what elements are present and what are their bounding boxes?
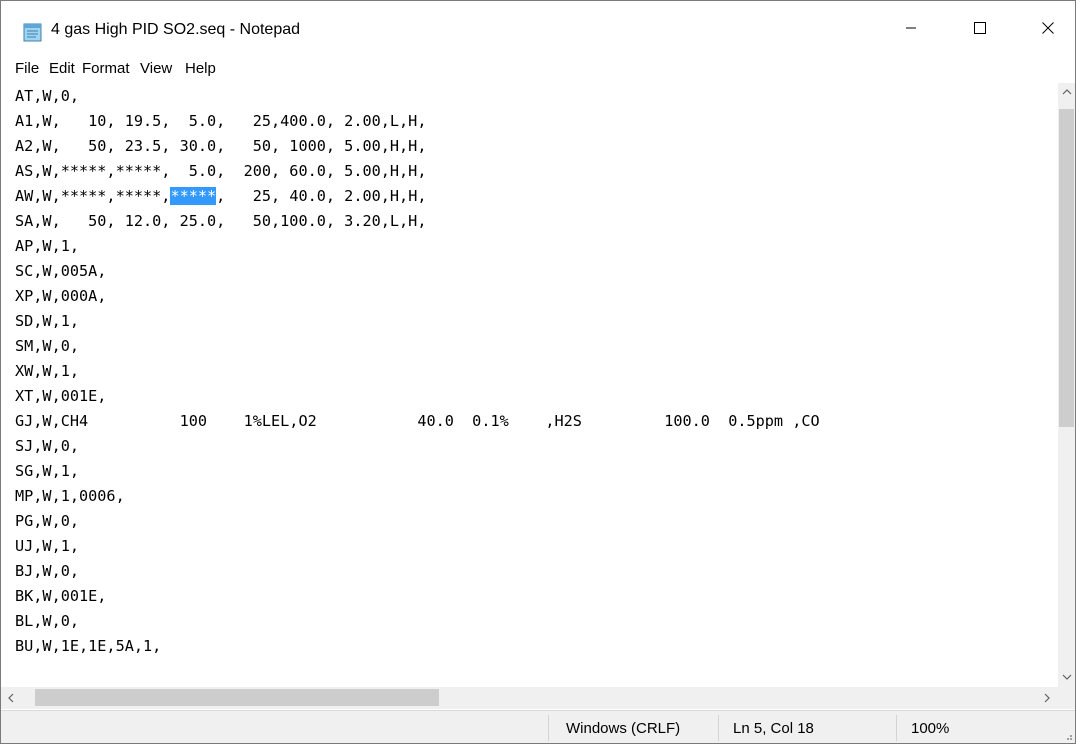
- scroll-left-button[interactable]: [1, 687, 21, 709]
- status-bar: Windows (CRLF) Ln 5, Col 18 100%: [1, 710, 1075, 743]
- menu-help[interactable]: Help: [185, 60, 216, 77]
- menu-format[interactable]: Format: [82, 60, 130, 77]
- text-line: A2,W, 50, 23.5, 30.0, 50, 1000, 5.00,H,H…: [15, 137, 427, 155]
- text-editor[interactable]: AT,W,0, A1,W, 10, 19.5, 5.0, 25,400.0, 2…: [1, 85, 1058, 687]
- text-line: SG,W,1,: [15, 462, 80, 480]
- menu-bar: File Edit Format View Help: [1, 55, 1075, 83]
- vertical-scrollbar[interactable]: [1058, 83, 1075, 687]
- text-line: AP,W,1,: [15, 237, 80, 255]
- horizontal-scroll-thumb[interactable]: [35, 689, 439, 706]
- menu-edit[interactable]: Edit: [49, 60, 75, 77]
- text-line: BL,W,0,: [15, 612, 80, 630]
- resize-grip-icon[interactable]: [1063, 731, 1073, 741]
- line-ending-status: Windows (CRLF): [566, 720, 681, 737]
- status-divider: [548, 715, 549, 741]
- minimize-icon: [906, 27, 916, 29]
- notepad-icon: [23, 23, 42, 42]
- text-line: XT,W,001E,: [15, 387, 107, 405]
- vertical-scroll-thumb[interactable]: [1059, 109, 1074, 427]
- text-line: SJ,W,0,: [15, 437, 80, 455]
- chevron-down-icon: [1062, 674, 1071, 680]
- chevron-right-icon: [1044, 693, 1050, 703]
- text-line: SD,W,1,: [15, 312, 80, 330]
- text-line: AS,W,*****,*****, 5.0, 200, 60.0, 5.00,H…: [15, 162, 427, 180]
- window-title: 4 gas High PID SO2.seq - Notepad: [51, 21, 301, 38]
- horizontal-scrollbar[interactable]: [1, 687, 1058, 709]
- chevron-left-icon: [8, 693, 14, 703]
- maximize-icon: [974, 22, 986, 34]
- selected-text[interactable]: *****: [170, 187, 217, 205]
- text-line: XP,W,000A,: [15, 287, 107, 305]
- status-divider: [896, 715, 897, 741]
- text-segment: AW,W,*****,*****,: [15, 187, 171, 205]
- scroll-corner: [1058, 687, 1075, 709]
- minimize-button[interactable]: [883, 1, 939, 55]
- zoom-status: 100%: [911, 720, 950, 737]
- text-line-with-selection: AW,W,*****,*****,*****, 25, 40.0, 2.00,H…: [15, 185, 426, 207]
- close-icon: [1042, 22, 1054, 34]
- text-line: BJ,W,0,: [15, 562, 80, 580]
- title-bar[interactable]: 4 gas High PID SO2.seq - Notepad: [1, 1, 1075, 55]
- cursor-position-status: Ln 5, Col 18: [733, 720, 814, 737]
- menu-view[interactable]: View: [140, 60, 172, 77]
- scroll-right-button[interactable]: [1037, 687, 1057, 709]
- close-button[interactable]: [1020, 1, 1076, 55]
- text-segment: , 25, 40.0, 2.00,H,H,: [216, 187, 427, 205]
- text-line: MP,W,1,0006,: [15, 487, 125, 505]
- status-divider: [718, 715, 719, 741]
- text-line: GJ,W,CH4 100 1%LEL,O2 40.0 0.1% ,H2S 100…: [15, 412, 820, 430]
- text-line: SA,W, 50, 12.0, 25.0, 50,100.0, 3.20,L,H…: [15, 212, 427, 230]
- scroll-up-button[interactable]: [1058, 83, 1075, 100]
- text-line: XW,W,1,: [15, 362, 80, 380]
- text-line: UJ,W,1,: [15, 537, 80, 555]
- text-line: AT,W,0,: [15, 87, 80, 105]
- chevron-up-icon: [1062, 88, 1071, 94]
- text-line: A1,W, 10, 19.5, 5.0, 25,400.0, 2.00,L,H,: [15, 112, 427, 130]
- menu-file[interactable]: File: [15, 60, 39, 77]
- scroll-down-button[interactable]: [1058, 668, 1075, 685]
- text-line: SC,W,005A,: [15, 262, 107, 280]
- text-line: SM,W,0,: [15, 337, 80, 355]
- maximize-button[interactable]: [952, 1, 1008, 55]
- notepad-window: 4 gas High PID SO2.seq - Notepad File Ed…: [0, 0, 1076, 744]
- text-line: BK,W,001E,: [15, 587, 107, 605]
- text-line: BU,W,1E,1E,5A,1,: [15, 637, 162, 655]
- text-line: PG,W,0,: [15, 512, 80, 530]
